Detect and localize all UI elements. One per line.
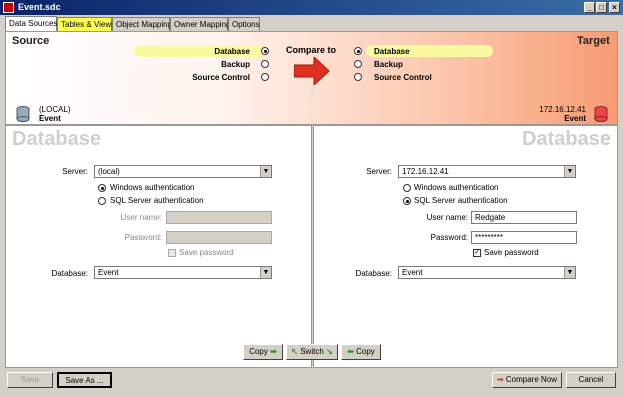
target-panel: Database Server: 172.16.12.41 ▼ Windows … bbox=[313, 125, 618, 368]
tab-tables-views[interactable]: Tables & Views bbox=[57, 17, 115, 31]
target-save-password-checkbox[interactable]: ✓ bbox=[473, 249, 481, 257]
target-username-label: User name: bbox=[426, 213, 468, 222]
arrow-right-icon: ➡ bbox=[270, 347, 277, 356]
switch-icon: ↖ bbox=[291, 347, 298, 356]
tab-data-sources[interactable]: Data Sources bbox=[5, 16, 57, 32]
chevron-down-icon[interactable]: ▼ bbox=[564, 166, 575, 177]
target-source-control-radio[interactable] bbox=[354, 73, 362, 81]
arrow-left-icon: ⬅ bbox=[347, 347, 354, 356]
target-server-name: 172.16.12.41 bbox=[539, 105, 586, 114]
target-database-radio[interactable] bbox=[354, 47, 362, 55]
source-backup-radio[interactable] bbox=[261, 60, 269, 68]
cancel-button[interactable]: Cancel bbox=[566, 372, 616, 388]
target-username-field[interactable]: Redgate bbox=[471, 211, 577, 224]
chevron-down-icon[interactable]: ▼ bbox=[564, 267, 575, 278]
target-server-label: Server: bbox=[366, 167, 392, 176]
source-windows-auth-label: Windows authentication bbox=[110, 183, 195, 192]
source-database-icon bbox=[16, 106, 30, 122]
tab-owner-mapping[interactable]: Owner Mapping bbox=[170, 17, 230, 31]
compare-to-label: Compare to bbox=[286, 45, 337, 55]
source-option-backup-label: Backup bbox=[221, 60, 250, 69]
target-option-backup-label: Backup bbox=[374, 60, 403, 69]
target-backup-radio[interactable] bbox=[354, 60, 362, 68]
copy-to-source-label: Copy bbox=[356, 347, 375, 356]
chevron-down-icon[interactable]: ▼ bbox=[260, 166, 271, 177]
target-database-select[interactable]: Event ▼ bbox=[398, 266, 576, 279]
compare-now-label: Compare Now bbox=[505, 375, 558, 384]
source-database-label: Database: bbox=[51, 269, 88, 278]
save-as-button[interactable]: Save As ... bbox=[57, 372, 112, 388]
copy-to-source-button[interactable]: ⬅ Copy bbox=[341, 344, 381, 360]
source-panel-heading: Database bbox=[12, 128, 101, 150]
target-database-value: Event bbox=[402, 268, 423, 277]
target-sql-auth-label: SQL Server authentication bbox=[414, 196, 508, 205]
target-password-field[interactable]: ********* bbox=[471, 231, 577, 244]
compare-arrow-icon bbox=[294, 57, 330, 85]
app-icon bbox=[3, 2, 14, 13]
source-windows-auth-radio[interactable] bbox=[98, 184, 106, 192]
switch-icon-2: ↘ bbox=[326, 347, 333, 356]
target-option-source-control-label: Source Control bbox=[374, 73, 432, 82]
source-source-control-radio[interactable] bbox=[261, 73, 269, 81]
title-bar: Event.sdc _ □ × bbox=[0, 0, 623, 15]
target-sql-auth-radio[interactable] bbox=[403, 197, 411, 205]
chevron-down-icon[interactable]: ▼ bbox=[260, 267, 271, 278]
save-button[interactable]: Save bbox=[7, 372, 53, 388]
source-panel: Database Server: (local) ▼ Windows authe… bbox=[5, 125, 312, 368]
switch-button[interactable]: ↖ Switch ↘ bbox=[286, 344, 338, 360]
source-sql-auth-radio[interactable] bbox=[98, 197, 106, 205]
source-sql-auth-label: SQL Server authentication bbox=[110, 196, 204, 205]
source-username-label: User name: bbox=[120, 213, 162, 222]
source-database-name: Event bbox=[39, 114, 61, 123]
switch-label: Switch bbox=[300, 347, 324, 356]
target-windows-auth-radio[interactable] bbox=[403, 184, 411, 192]
target-database-name: Event bbox=[564, 114, 586, 123]
target-server-value: 172.16.12.41 bbox=[402, 167, 449, 176]
tab-object-mapping[interactable]: Object Mapping bbox=[112, 17, 172, 31]
target-server-select[interactable]: 172.16.12.41 ▼ bbox=[398, 165, 576, 178]
compare-arrow-small-icon: ➡ bbox=[496, 375, 504, 384]
maximize-button[interactable]: □ bbox=[596, 2, 607, 13]
source-password-field[interactable] bbox=[166, 231, 272, 244]
tab-options[interactable]: Options bbox=[228, 17, 260, 31]
target-database-icon bbox=[594, 106, 608, 122]
target-panel-heading: Database bbox=[522, 128, 611, 150]
close-button[interactable]: × bbox=[609, 2, 620, 13]
target-save-password-label: Save password bbox=[484, 248, 539, 257]
target-option-database-label: Database bbox=[374, 47, 410, 56]
copy-to-target-label: Copy bbox=[249, 347, 268, 356]
compare-now-button[interactable]: ➡ Compare Now bbox=[492, 372, 562, 388]
source-password-label: Password: bbox=[124, 233, 162, 242]
compare-header: Source Target Database Backup Source Con… bbox=[5, 31, 618, 125]
source-database-select[interactable]: Event ▼ bbox=[94, 266, 272, 279]
minimize-button[interactable]: _ bbox=[584, 2, 595, 13]
window-title: Event.sdc bbox=[18, 2, 61, 12]
target-title: Target bbox=[577, 35, 610, 47]
source-server-name: (LOCAL) bbox=[39, 105, 71, 114]
source-server-value: (local) bbox=[98, 167, 120, 176]
target-windows-auth-label: Windows authentication bbox=[414, 183, 499, 192]
copy-to-target-button[interactable]: Copy ➡ bbox=[243, 344, 283, 360]
source-save-password-label: Save password bbox=[179, 248, 234, 257]
source-option-database-label: Database bbox=[214, 47, 250, 56]
source-database-radio[interactable] bbox=[261, 47, 269, 55]
source-option-source-control-label: Source Control bbox=[192, 73, 250, 82]
source-save-password-checkbox[interactable] bbox=[168, 249, 176, 257]
source-title: Source bbox=[12, 35, 50, 47]
source-username-field[interactable] bbox=[166, 211, 272, 224]
source-database-value: Event bbox=[98, 268, 119, 277]
target-database-label: Database: bbox=[355, 269, 392, 278]
source-server-select[interactable]: (local) ▼ bbox=[94, 165, 272, 178]
target-password-label: Password: bbox=[430, 233, 468, 242]
source-server-label: Server: bbox=[62, 167, 88, 176]
